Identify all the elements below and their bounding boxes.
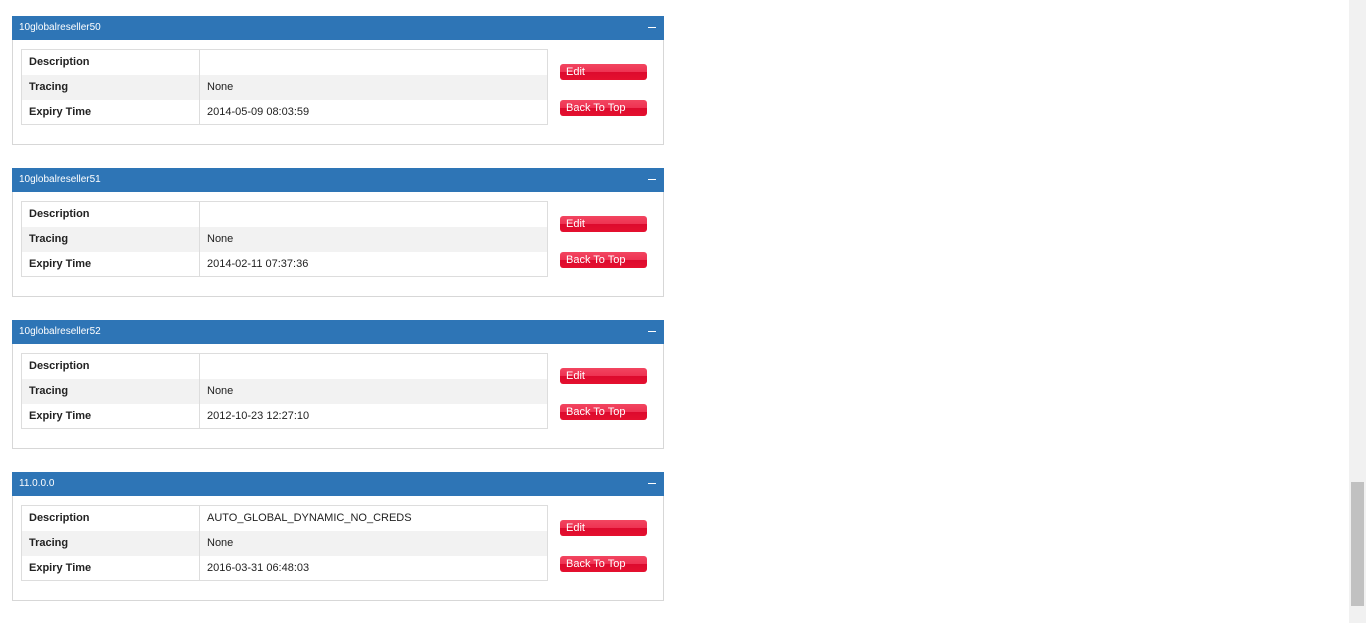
panel-header[interactable]: 11.0.0.0 <box>12 472 664 496</box>
table-row: Tracing None <box>21 378 548 404</box>
expiry-time-label: Expiry Time <box>21 403 200 429</box>
back-to-top-button[interactable]: Back To Top <box>560 556 647 572</box>
expiry-time-label: Expiry Time <box>21 99 200 125</box>
panel-header[interactable]: 10globalreseller51 <box>12 168 664 192</box>
vertical-scrollbar[interactable] <box>1349 0 1366 623</box>
reseller-panel: 10globalreseller50 Description Tracing N… <box>12 16 664 145</box>
table-row: Tracing None <box>21 226 548 252</box>
expiry-time-value: 2014-02-11 07:37:36 <box>207 257 309 270</box>
description-label: Description <box>21 201 200 227</box>
tracing-label: Tracing <box>21 378 200 404</box>
edit-button[interactable]: Edit <box>560 216 647 232</box>
table-row: Expiry Time 2014-02-11 07:37:36 <box>21 251 548 277</box>
table-row: Expiry Time 2016-03-31 06:48:03 <box>21 555 548 581</box>
table-row: Expiry Time 2014-05-09 08:03:59 <box>21 99 548 125</box>
details-table: Description AUTO_GLOBAL_DYNAMIC_NO_CREDS… <box>21 505 548 581</box>
collapse-icon[interactable] <box>648 179 656 180</box>
description-label: Description <box>21 49 200 75</box>
description-value <box>200 202 548 227</box>
tracing-label: Tracing <box>21 74 200 100</box>
back-to-top-button[interactable]: Back To Top <box>560 100 647 116</box>
description-value <box>200 50 548 75</box>
back-to-top-button[interactable]: Back To Top <box>560 404 647 420</box>
collapse-icon[interactable] <box>648 483 656 484</box>
description-label: Description <box>21 353 200 379</box>
table-row: Description <box>21 201 548 227</box>
page: 10globalreseller50 Description Tracing N… <box>0 0 1366 623</box>
table-row: Description <box>21 49 548 75</box>
tracing-value: None <box>199 74 548 100</box>
reseller-panel: 11.0.0.0 Description AUTO_GLOBAL_DYNAMIC… <box>12 472 664 601</box>
table-row: Description AUTO_GLOBAL_DYNAMIC_NO_CREDS <box>21 505 548 531</box>
panel-title: 11.0.0.0 <box>19 478 55 489</box>
description-value <box>200 354 548 379</box>
expiry-time-label: Expiry Time <box>21 555 200 581</box>
description-label: Description <box>21 505 200 531</box>
reseller-panel: 10globalreseller52 Description Tracing N… <box>12 320 664 449</box>
tracing-value: None <box>199 226 548 252</box>
table-row: Description <box>21 353 548 379</box>
tracing-value: None <box>199 530 548 556</box>
edit-button[interactable]: Edit <box>560 368 647 384</box>
tracing-value: None <box>199 378 548 404</box>
table-row: Expiry Time 2012-10-23 12:27:10 <box>21 403 548 429</box>
table-row: Tracing None <box>21 530 548 556</box>
details-table: Description Tracing None Expiry Time 201… <box>21 201 548 277</box>
details-table: Description Tracing None Expiry Time 201… <box>21 353 548 429</box>
tracing-label: Tracing <box>21 226 200 252</box>
panel-header[interactable]: 10globalreseller52 <box>12 320 664 344</box>
panel-title: 10globalreseller52 <box>19 326 101 337</box>
expiry-time-label: Expiry Time <box>21 251 200 277</box>
panel-title: 10globalreseller51 <box>19 174 101 185</box>
expiry-time-value: 2012-10-23 12:27:10 <box>207 409 310 422</box>
details-table: Description Tracing None Expiry Time 201… <box>21 49 548 125</box>
collapse-icon[interactable] <box>648 27 656 28</box>
panel-header[interactable]: 10globalreseller50 <box>12 16 664 40</box>
reseller-panel: 10globalreseller51 Description Tracing N… <box>12 168 664 297</box>
edit-button[interactable]: Edit <box>560 520 647 536</box>
tracing-label: Tracing <box>21 530 200 556</box>
expiry-time-value: 2016-03-31 06:48:03 <box>207 561 310 574</box>
description-value: AUTO_GLOBAL_DYNAMIC_NO_CREDS <box>207 512 412 525</box>
collapse-icon[interactable] <box>648 331 656 332</box>
scrollbar-thumb[interactable] <box>1351 482 1364 606</box>
back-to-top-button[interactable]: Back To Top <box>560 252 647 268</box>
table-row: Tracing None <box>21 74 548 100</box>
expiry-time-value: 2014-05-09 08:03:59 <box>207 105 310 118</box>
edit-button[interactable]: Edit <box>560 64 647 80</box>
panel-title: 10globalreseller50 <box>19 22 101 33</box>
